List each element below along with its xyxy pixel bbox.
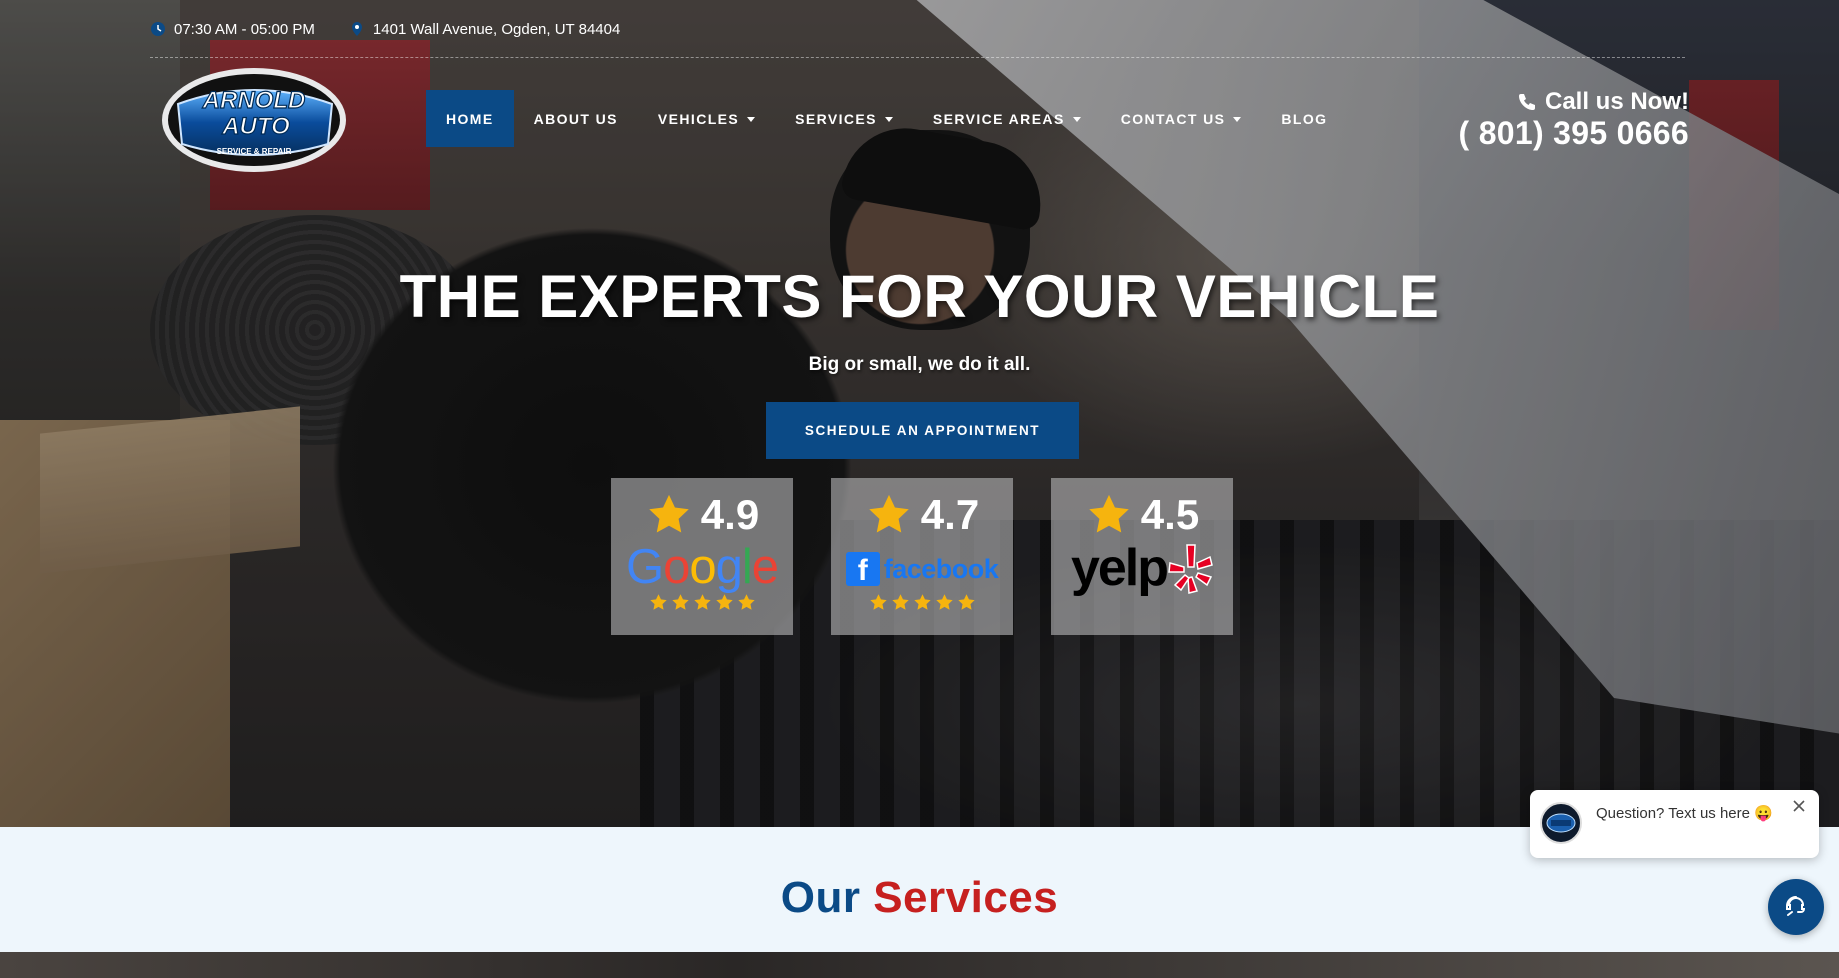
yelp-wordmark: yelp: [1070, 539, 1169, 597]
facebook-score: 4.7: [920, 491, 980, 538]
services-heading-part1: Our: [780, 873, 861, 922]
google-stars: [611, 593, 793, 612]
services-heading: Our Services: [0, 873, 1839, 923]
google-rating-card[interactable]: 4.9 Google: [611, 478, 793, 635]
nav-item-label: SERVICES: [795, 110, 877, 127]
star-icon: [649, 594, 667, 610]
chat-icon: [1786, 896, 1806, 916]
star-icon: [649, 494, 689, 533]
chevron-down-icon: [1072, 116, 1081, 122]
star-icon: [693, 594, 711, 610]
nav-item-label: ABOUT US: [533, 110, 618, 127]
main-navigation: HOME ABOUT US VEHICLES SERVICES SERVICE AREA…: [426, 90, 1347, 147]
facebook-rating-card[interactable]: 4.7 f facebook: [831, 478, 1013, 635]
star-icon: [715, 594, 733, 610]
star-icon: [935, 594, 953, 610]
chevron-down-icon: [747, 116, 756, 122]
facebook-logo: f facebook: [831, 552, 1013, 587]
chat-prompt-text: Question? Text us here 😛: [1596, 805, 1773, 822]
star-icon: [913, 594, 931, 610]
next-section-image: [0, 952, 1839, 978]
star-icon: [1089, 494, 1129, 533]
address-text: 1401 Wall Avenue, Ogden, UT 84404: [372, 20, 621, 38]
location-pin-icon: [351, 22, 362, 36]
call-block[interactable]: Call us Now! ( 801) 395 0666: [1459, 88, 1689, 150]
chevron-down-icon: [884, 116, 893, 122]
hero-subhead: Big or small, we do it all.: [808, 354, 1031, 375]
nav-item-label: VEHICLES: [657, 110, 740, 127]
nav-item-vehicles[interactable]: VEHICLES: [638, 90, 775, 147]
star-icon: [737, 594, 755, 610]
phone-icon: [1518, 94, 1535, 110]
logo-line1: ARNOLD: [202, 87, 306, 114]
phone-number[interactable]: ( 801) 395 0666: [1459, 116, 1689, 150]
nav-item-home[interactable]: HOME: [426, 90, 514, 147]
star-icon: [671, 594, 689, 610]
facebook-wordmark: facebook: [883, 553, 999, 584]
nav-item-label: HOME: [446, 110, 494, 127]
call-label-text: Call us Now!: [1544, 88, 1689, 115]
star-icon: [891, 594, 909, 610]
yelp-logo: yelp: [1051, 540, 1233, 596]
hero-headline: THE EXPERTS FOR YOUR VEHICLE: [399, 263, 1440, 330]
star-icon: [869, 594, 887, 610]
facebook-icon: f: [845, 552, 880, 587]
nav-item-label: BLOG: [1281, 110, 1328, 127]
arnold-auto-logo[interactable]: ARNOLD AUTO SERVICE & REPAIR: [160, 66, 348, 174]
topbar-divider: [150, 57, 1685, 58]
schedule-appointment-button[interactable]: SCHEDULE AN APPOINTMENT: [766, 402, 1079, 459]
yelp-burst-icon: [1168, 544, 1213, 594]
nav-item-about-us[interactable]: ABOUT US: [514, 90, 638, 147]
clock-icon: [151, 22, 165, 36]
call-label: Call us Now!: [1459, 88, 1689, 116]
star-icon: [869, 494, 909, 533]
chat-prompt-bubble[interactable]: Question? Text us here 😛: [1530, 790, 1819, 858]
chevron-down-icon: [1233, 116, 1242, 122]
yelp-score: 4.5: [1140, 491, 1200, 538]
nav-item-label: SERVICE AREAS: [932, 110, 1065, 127]
business-hours: 07:30 AM - 05:00 PM: [150, 21, 315, 38]
close-icon[interactable]: [1791, 798, 1807, 814]
services-heading-part2: Services: [873, 873, 1059, 922]
chat-avatar: [1540, 802, 1582, 844]
google-score: 4.9: [700, 491, 760, 538]
business-address[interactable]: 1401 Wall Avenue, Ogden, UT 84404: [349, 21, 620, 38]
nav-item-contact-us[interactable]: CONTACT US: [1101, 90, 1262, 147]
yelp-rating-card[interactable]: 4.5 yelp: [1051, 478, 1233, 635]
chat-launcher-button[interactable]: [1768, 879, 1824, 935]
facebook-stars: [831, 593, 1013, 612]
nav-item-services[interactable]: SERVICES: [775, 90, 913, 147]
top-info-bar: 07:30 AM - 05:00 PM 1401 Wall Avenue, Og…: [150, 14, 620, 44]
logo-line2: AUTO: [221, 113, 290, 140]
hours-text: 07:30 AM - 05:00 PM: [174, 20, 315, 38]
nav-item-label: CONTACT US: [1120, 110, 1226, 127]
nav-item-blog[interactable]: BLOG: [1261, 90, 1347, 147]
nav-item-service-areas[interactable]: SERVICE AREAS: [913, 90, 1101, 147]
star-icon: [957, 594, 975, 610]
logo-tagline: SERVICE & REPAIR: [217, 147, 292, 156]
arnold-auto-mini-logo: [1546, 813, 1576, 833]
google-logo: Google: [625, 540, 779, 594]
